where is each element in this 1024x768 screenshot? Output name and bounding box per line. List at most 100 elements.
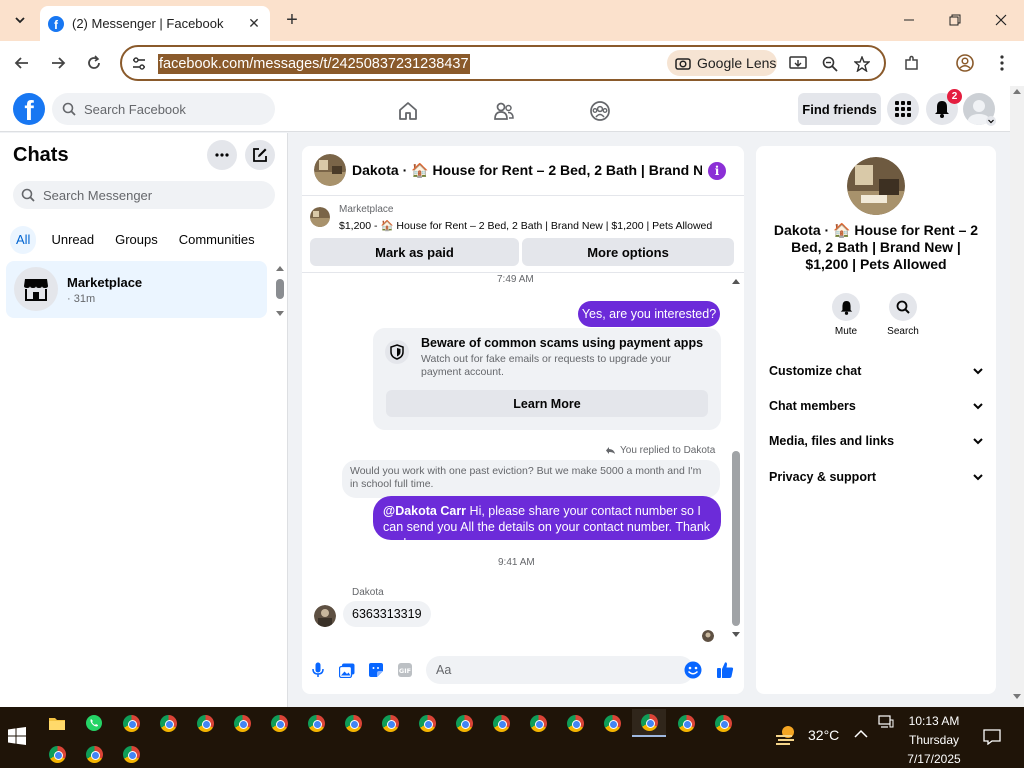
browser-menu-button[interactable] bbox=[990, 51, 1014, 75]
home-nav-button[interactable] bbox=[396, 99, 420, 123]
search-conversation-action[interactable]: Search bbox=[878, 293, 928, 337]
reload-icon bbox=[88, 55, 100, 69]
browser-tab[interactable]: f (2) Messenger | Facebook ✕ bbox=[40, 6, 270, 41]
filter-communities[interactable]: Communities bbox=[173, 226, 261, 254]
learn-more-button[interactable]: Learn More bbox=[386, 390, 708, 417]
chat-list-item[interactable]: Marketplace · 31m bbox=[6, 261, 267, 318]
whatsapp-taskbar-icon[interactable] bbox=[80, 709, 108, 737]
minimize-button[interactable] bbox=[897, 8, 921, 32]
browser-toolbar: facebook.com/messages/t/2425083723123843… bbox=[0, 41, 1024, 86]
mark-as-paid-button[interactable]: Mark as paid bbox=[310, 238, 519, 266]
chat-list-scrollbar[interactable] bbox=[273, 265, 287, 317]
friends-nav-button[interactable] bbox=[492, 99, 516, 123]
facebook-logo-icon[interactable]: f bbox=[13, 93, 45, 125]
tab-close-icon[interactable]: ✕ bbox=[246, 15, 262, 32]
chrome-taskbar-icon[interactable] bbox=[191, 709, 219, 737]
install-app-icon[interactable] bbox=[788, 54, 808, 74]
quoted-message[interactable]: Would you work with one past eviction? B… bbox=[342, 460, 720, 498]
my-message-bubble[interactable]: Yes, are you interested? bbox=[578, 301, 720, 327]
gif-button[interactable]: GIF bbox=[396, 661, 414, 679]
address-bar[interactable]: facebook.com/messages/t/2425083723123843… bbox=[120, 45, 886, 81]
back-button[interactable] bbox=[10, 51, 34, 75]
sun-haze-icon bbox=[776, 726, 794, 745]
more-options-button[interactable]: More options bbox=[522, 238, 734, 266]
show-hidden-icons-icon[interactable] bbox=[854, 728, 868, 742]
chrome-taskbar-icon[interactable] bbox=[376, 709, 404, 737]
bell-icon bbox=[935, 101, 949, 118]
dakota-message-avatar[interactable] bbox=[314, 605, 336, 627]
site-info-icon[interactable] bbox=[130, 55, 148, 73]
mention-dakota-carr[interactable]: @Dakota Carr bbox=[383, 504, 466, 518]
page-scrollbar[interactable] bbox=[1010, 86, 1024, 707]
tab-search-button[interactable] bbox=[8, 8, 32, 32]
weather-widget[interactable]: 32°C bbox=[774, 723, 839, 747]
chrome-taskbar-icon-active[interactable] bbox=[632, 709, 666, 737]
conversation-info-icon[interactable]: i bbox=[708, 162, 726, 180]
chrome-taskbar-icon[interactable] bbox=[265, 709, 293, 737]
chrome-taskbar-icon[interactable] bbox=[117, 740, 145, 768]
chrome-taskbar-icon[interactable] bbox=[302, 709, 330, 737]
chrome-taskbar-icon[interactable] bbox=[709, 709, 737, 737]
profile-button[interactable] bbox=[953, 51, 977, 75]
chrome-taskbar-icon[interactable] bbox=[672, 709, 700, 737]
message-input-placeholder: Aa bbox=[436, 663, 452, 677]
emoji-button[interactable] bbox=[684, 661, 702, 679]
search-icon bbox=[21, 188, 35, 202]
restore-button[interactable] bbox=[943, 8, 967, 32]
filter-unread[interactable]: Unread bbox=[45, 226, 100, 254]
chrome-taskbar-icon[interactable] bbox=[228, 709, 256, 737]
dakota-avatar[interactable] bbox=[314, 154, 346, 186]
zoom-icon[interactable] bbox=[820, 54, 840, 74]
close-window-button[interactable] bbox=[989, 8, 1013, 32]
chrome-taskbar-icon[interactable] bbox=[524, 709, 552, 737]
privacy-support-section[interactable]: Privacy & support bbox=[769, 467, 983, 487]
google-lens-button[interactable]: Google Lens bbox=[667, 50, 777, 76]
network-icon[interactable] bbox=[878, 715, 894, 732]
attach-photo-button[interactable] bbox=[338, 661, 356, 679]
file-explorer-taskbar-icon[interactable] bbox=[43, 709, 71, 737]
forward-button[interactable] bbox=[46, 51, 70, 75]
message-scrollbar[interactable] bbox=[730, 276, 742, 640]
groups-nav-button[interactable] bbox=[588, 99, 612, 123]
sticker-button[interactable] bbox=[367, 661, 385, 679]
chrome-taskbar-icon[interactable] bbox=[598, 709, 626, 737]
chrome-taskbar-icon[interactable] bbox=[80, 740, 108, 768]
messenger-search-input[interactable]: Search Messenger bbox=[13, 181, 275, 209]
conversation-avatar-large[interactable] bbox=[847, 157, 905, 215]
menu-button[interactable] bbox=[887, 93, 919, 125]
chrome-taskbar-icon[interactable] bbox=[413, 709, 441, 737]
filter-all[interactable]: All bbox=[10, 226, 37, 254]
chrome-taskbar-icon[interactable] bbox=[450, 709, 478, 737]
chat-members-section[interactable]: Chat members bbox=[769, 396, 983, 416]
chrome-taskbar-icon[interactable] bbox=[561, 709, 589, 737]
reload-button[interactable] bbox=[82, 51, 106, 75]
windows-start-icon[interactable] bbox=[8, 727, 26, 745]
facebook-search-input[interactable]: Search Facebook bbox=[52, 93, 275, 125]
find-friends-button[interactable]: Find friends bbox=[798, 93, 881, 125]
listing-thumbnail[interactable] bbox=[310, 207, 330, 227]
like-button[interactable] bbox=[716, 661, 734, 679]
chrome-taskbar-icon[interactable] bbox=[117, 709, 145, 737]
my-reply-bubble[interactable]: @Dakota Carr Hi, please share your conta… bbox=[373, 496, 721, 550]
new-message-button[interactable] bbox=[245, 140, 275, 170]
chrome-taskbar-icon[interactable] bbox=[43, 740, 71, 768]
their-message-bubble[interactable]: 6363313319 bbox=[343, 601, 431, 627]
extensions-button[interactable] bbox=[900, 51, 924, 75]
chats-options-button[interactable] bbox=[207, 140, 237, 170]
chrome-taskbar-icon[interactable] bbox=[487, 709, 515, 737]
media-files-links-section[interactable]: Media, files and links bbox=[769, 431, 983, 451]
timestamp: 7:49 AM bbox=[497, 274, 534, 285]
chrome-taskbar-icon[interactable] bbox=[154, 709, 182, 737]
message-input[interactable]: Aa bbox=[426, 656, 694, 684]
filter-groups[interactable]: Groups bbox=[109, 226, 164, 254]
bookmark-star-icon[interactable] bbox=[852, 54, 872, 74]
new-tab-button[interactable]: + bbox=[282, 10, 302, 30]
voice-clip-button[interactable] bbox=[309, 661, 327, 679]
customize-chat-section[interactable]: Customize chat bbox=[769, 361, 983, 381]
mute-action[interactable]: Mute bbox=[821, 293, 871, 337]
notification-center-icon[interactable] bbox=[983, 729, 1001, 748]
conversation-title[interactable]: Dakota · 🏠 House for Rent – 2 Bed, 2 Bat… bbox=[352, 162, 702, 179]
system-clock[interactable]: 10:13 AM Thursday 7/17/2025 bbox=[900, 712, 968, 768]
url-text[interactable]: facebook.com/messages/t/2425083723123843… bbox=[158, 54, 470, 74]
chrome-taskbar-icon[interactable] bbox=[339, 709, 367, 737]
